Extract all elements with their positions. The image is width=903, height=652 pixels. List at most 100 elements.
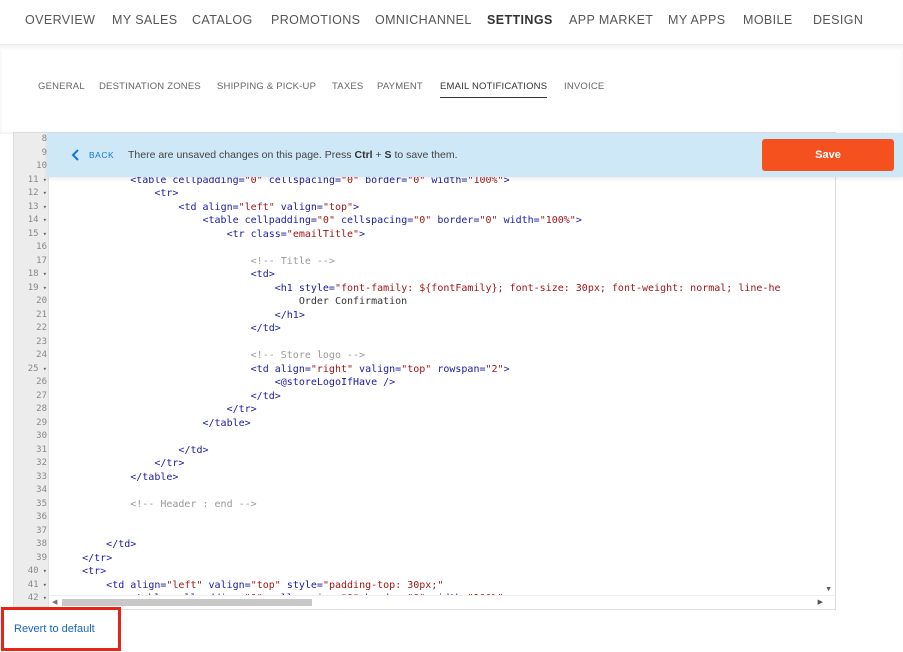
line-number: 42 ▾: [14, 592, 47, 606]
line-number-text: 39: [36, 552, 47, 563]
line-number: 19 ▾: [14, 282, 47, 296]
line-number: 33: [14, 471, 47, 485]
fold-toggle-icon[interactable]: ▾: [39, 216, 47, 224]
fold-toggle-icon[interactable]: ▾: [39, 230, 47, 238]
line-number: 37: [14, 525, 47, 539]
code-line[interactable]: </table>: [58, 471, 178, 485]
fold-toggle-icon[interactable]: ▾: [39, 594, 47, 602]
code-line[interactable]: </td>: [58, 322, 281, 336]
nav-item-promotions[interactable]: PROMOTIONS: [271, 13, 360, 27]
nav-item-mobile[interactable]: MOBILE: [743, 13, 793, 27]
line-number: 11 ▾: [14, 174, 47, 188]
fold-toggle-icon[interactable]: ▾: [39, 567, 47, 575]
line-number-text: 22: [36, 323, 47, 333]
code-line[interactable]: <@storeLogoIfHave />: [58, 376, 395, 390]
template-code-editor[interactable]: 8 9 10 11 ▾ 12 ▾ 13 ▾ 14 ▾ 15 ▾ 16 17 18 ▾ 19 …: [13, 132, 836, 610]
line-number-text: 11: [27, 174, 39, 185]
line-number-text: 17: [36, 255, 47, 266]
code-line[interactable]: </td>: [58, 444, 208, 458]
line-number-text: 25: [27, 363, 39, 374]
nav-item-settings[interactable]: SETTINGS: [487, 13, 553, 27]
horizontal-scrollbar[interactable]: ◀ ▶: [50, 595, 835, 609]
code-line[interactable]: <!-- Store logo -->: [58, 349, 365, 363]
nav-item-omnichannel[interactable]: OMNICHANNEL: [375, 13, 472, 27]
line-number: 21: [14, 309, 47, 323]
line-number-text: 15: [27, 228, 39, 239]
nav-item-design[interactable]: DESIGN: [813, 13, 863, 27]
horizontal-scrollbar-thumb[interactable]: [62, 599, 312, 606]
line-number-text: 31: [36, 444, 47, 455]
fold-toggle-icon[interactable]: ▾: [39, 189, 47, 197]
code-line[interactable]: <td align="left" valign="top">: [58, 201, 359, 215]
line-number-text: 35: [36, 498, 47, 509]
back-button[interactable]: BACK: [69, 148, 114, 162]
line-number-text: 27: [36, 390, 47, 401]
code-line[interactable]: <tr>: [58, 187, 178, 201]
line-number-text: 23: [36, 336, 47, 347]
code-line[interactable]: </td>: [58, 390, 281, 404]
code-line[interactable]: </table>: [58, 417, 251, 431]
code-line[interactable]: </h1>: [58, 309, 305, 323]
revert-to-default-link[interactable]: Revert to default: [14, 623, 95, 635]
shortcut-key-s: S: [384, 149, 392, 161]
shortcut-plus: +: [372, 149, 385, 161]
line-number: 29: [14, 417, 47, 431]
line-number: 9: [14, 147, 47, 161]
tab-destination-zones[interactable]: DESTINATION ZONES: [99, 81, 201, 92]
code-line[interactable]: </tr>: [58, 403, 257, 417]
fold-toggle-icon[interactable]: ▾: [39, 284, 47, 292]
nav-item-app-market[interactable]: APP MARKET: [569, 13, 653, 27]
tab-email-notifications[interactable]: EMAIL NOTIFICATIONS: [440, 81, 548, 98]
unsaved-message: There are unsaved changes on this page. …: [128, 149, 458, 161]
fold-toggle-icon[interactable]: ▾: [39, 176, 47, 184]
tab-shipping-pickup[interactable]: SHIPPING & PICK-UP: [217, 81, 316, 92]
line-number-text: 40: [27, 566, 39, 576]
code-line[interactable]: </tr>: [58, 552, 112, 566]
code-line[interactable]: <tr>: [58, 565, 106, 579]
line-number-text: 30: [36, 431, 47, 441]
nav-item-overview[interactable]: OVERVIEW: [25, 13, 95, 27]
fold-toggle-icon[interactable]: ▾: [39, 365, 47, 373]
line-number: 36: [14, 511, 47, 525]
nav-item-catalog[interactable]: CATALOG: [192, 13, 253, 27]
code-line[interactable]: <h1 style="font-family: ${fontFamily}; f…: [58, 282, 781, 296]
code-line[interactable]: <!-- Title -->: [58, 255, 335, 269]
code-line[interactable]: <td>: [58, 268, 275, 282]
tab-taxes[interactable]: TAXES: [332, 81, 363, 92]
fold-toggle-icon[interactable]: ▾: [39, 203, 47, 211]
fold-toggle-icon[interactable]: ▾: [39, 581, 47, 589]
line-number: 38: [14, 538, 47, 552]
code-line[interactable]: <td align="left" valign="top" style="pad…: [58, 579, 443, 593]
vertical-scrollbar[interactable]: ▼: [821, 133, 835, 597]
code-line[interactable]: </tr>: [58, 457, 184, 471]
save-button[interactable]: Save: [762, 139, 894, 171]
tab-invoice[interactable]: INVOICE: [564, 81, 604, 92]
code-line[interactable]: <tr class="emailTitle">: [58, 228, 366, 242]
code-line[interactable]: <!-- Header : end -->: [58, 498, 256, 512]
line-number: 27: [14, 390, 47, 404]
line-number: 23: [14, 336, 47, 350]
scroll-left-arrow-icon[interactable]: ◀: [52, 598, 57, 606]
code-line[interactable]: Order Confirmation: [58, 295, 407, 309]
divider: [0, 44, 903, 50]
line-number: 20: [14, 295, 47, 309]
nav-item-my-sales[interactable]: MY SALES: [112, 13, 178, 27]
line-number: 15 ▾: [14, 228, 47, 242]
line-number-gutter: 8 9 10 11 ▾ 12 ▾ 13 ▾ 14 ▾ 15 ▾ 16 17 18 ▾ 19 …: [14, 133, 49, 609]
line-number: 22: [14, 322, 47, 336]
line-number: 32: [14, 457, 47, 471]
code-line[interactable]: <table cellpadding="0" cellspacing="0" b…: [58, 214, 582, 228]
line-number: 34: [14, 484, 47, 498]
code-line[interactable]: <td align="right" valign="top" rowspan="…: [58, 363, 510, 377]
chevron-left-icon: [71, 149, 79, 161]
code-line[interactable]: </td>: [58, 538, 136, 552]
scroll-down-arrow-icon[interactable]: ▼: [825, 586, 832, 593]
line-number: 30: [14, 430, 47, 444]
tab-payment[interactable]: PAYMENT: [377, 81, 423, 92]
tab-general[interactable]: GENERAL: [38, 81, 85, 92]
line-number-text: 37: [36, 525, 47, 536]
line-number: 14 ▾: [14, 214, 47, 228]
scroll-right-arrow-icon[interactable]: ▶: [818, 598, 823, 606]
nav-item-my-apps[interactable]: MY APPS: [668, 13, 725, 27]
fold-toggle-icon[interactable]: ▾: [39, 270, 47, 278]
